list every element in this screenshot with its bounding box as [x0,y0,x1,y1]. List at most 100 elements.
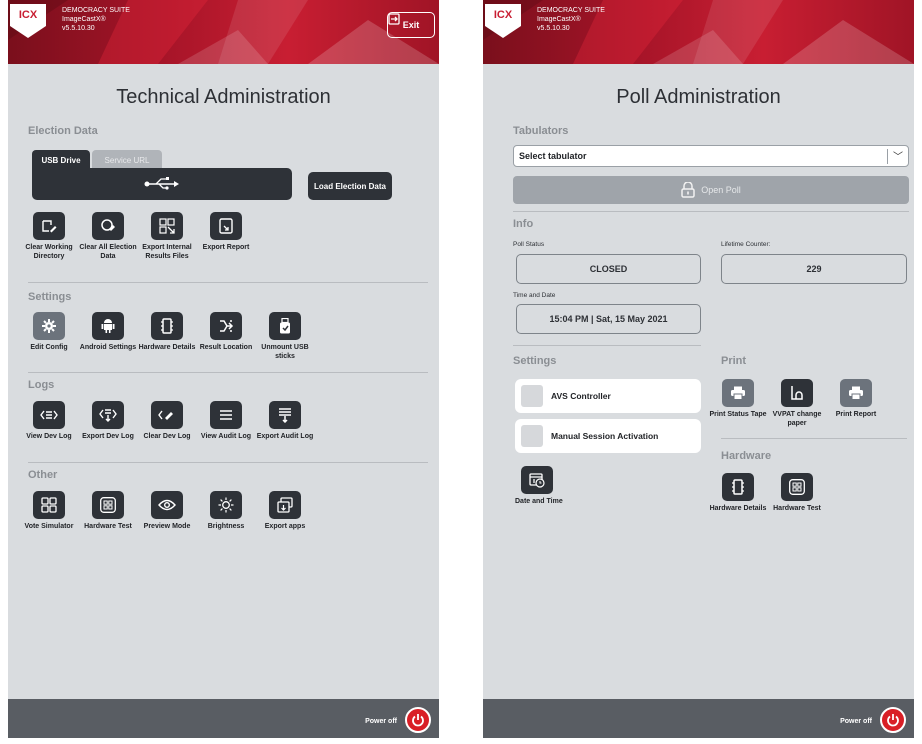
export-code-log-icon [92,401,124,429]
hardware-details-button[interactable]: Hardware Details [137,312,197,353]
export-report-button[interactable]: Export Report [196,212,256,253]
result-location-button[interactable]: Result Location [196,312,256,353]
time-date-value: 15:04 PM | Sat, 15 May 2021 [516,304,701,334]
export-dev-log-label: Export Dev Log [82,433,134,440]
hardware-grid-icon [781,473,813,501]
power-off-button[interactable] [405,707,431,733]
election-data-heading: Election Data [28,125,98,137]
select-separator [887,149,888,164]
android-settings-label: Android Settings [79,344,137,351]
load-election-data-button[interactable]: Load Election Data [308,172,392,200]
poll-status-label: Poll Status [513,241,545,248]
clear-folder-icon [33,212,65,240]
brightness-button[interactable]: Brightness [196,491,256,532]
avs-controller-checkbox[interactable] [521,385,543,407]
tab-service-url[interactable]: Service URL [92,150,162,170]
hardware-test-label: Hardware Test [773,505,821,512]
export-apps-icon [269,491,301,519]
result-location-label: Result Location [199,344,253,351]
vote-simulator-button[interactable]: Vote Simulator [19,491,79,532]
calendar-clock-icon [521,466,553,494]
export-report-label: Export Report [202,244,250,251]
vvpat-change-paper-button[interactable]: VVPAT change paper [767,379,827,428]
export-apps-button[interactable]: Export apps [255,491,315,532]
clear-dev-log-button[interactable]: Clear Dev Log [137,401,197,442]
preview-mode-label: Preview Mode [143,523,191,530]
export-audit-log-button[interactable]: Export Audit Log [255,401,315,442]
settings-heading: Settings [28,291,72,303]
svg-text:ICX: ICX [19,9,38,21]
export-apps-label: Export apps [264,523,306,530]
tabulator-select-value: Select tabulator [519,151,587,161]
print-report-label: Print Report [835,411,877,418]
export-internal-results-files-button[interactable]: Export Internal Results Files [137,212,197,261]
power-off-label: Power off [365,718,397,725]
product-name: ImageCastX® [62,16,106,23]
hardware-details-label: Hardware Details [709,505,767,512]
open-poll-button[interactable]: Open Poll [513,176,909,204]
print-report-button[interactable]: Print Report [826,379,886,420]
chip-icon [151,312,183,340]
view-audit-log-button[interactable]: View Audit Log [196,401,256,442]
erase-all-icon [92,212,124,240]
poll-status-value: CLOSED [516,254,701,284]
export-dev-log-button[interactable]: Export Dev Log [78,401,138,442]
tab-usb-drive[interactable]: USB Drive [32,150,90,170]
lifetime-counter-label: Lifetime Counter: [721,241,771,248]
version-label: v5.5.10.30 [537,25,570,32]
edit-config-button[interactable]: Edit Config [19,312,79,353]
android-settings-button[interactable]: Android Settings [78,312,138,353]
code-log-icon [33,401,65,429]
view-dev-log-button[interactable]: View Dev Log [19,401,79,442]
other-heading: Other [28,469,58,481]
gear-icon [33,312,65,340]
clear-working-directory-button[interactable]: Clear Working Directory [19,212,79,261]
section-divider [513,211,909,212]
svg-text:ICX: ICX [494,9,513,21]
hardware-details-button[interactable]: Hardware Details [708,473,768,514]
open-poll-label: Open Poll [701,185,741,195]
date-and-time-button[interactable]: Date and Time [507,466,567,507]
exit-button[interactable]: Exit [387,12,435,38]
date-and-time-label: Date and Time [515,498,563,505]
tabulator-select[interactable]: Select tabulator ﹀ [513,145,909,167]
hardware-test-button[interactable]: Hardware Test [78,491,138,532]
manual-session-checkbox[interactable] [521,425,543,447]
export-audit-log-label: Export Audit Log [256,433,314,440]
chip-icon [722,473,754,501]
lock-icon [681,182,695,198]
page-title: Technical Administration [116,86,331,108]
manual-session-activation-toggle[interactable]: Manual Session Activation [515,419,701,453]
header-banner: ICX DEMOCRACY SUITE ImageCastX® v5.5.10.… [8,0,439,64]
android-icon [92,312,124,340]
avs-controller-toggle[interactable]: AVS Controller [515,379,701,413]
technical-administration-screen: ICX DEMOCRACY SUITE ImageCastX® v5.5.10.… [8,0,439,738]
product-name: ImageCastX® [537,16,581,23]
list-icon [210,401,242,429]
lifetime-counter-value: 229 [721,254,907,284]
paper-roll-icon [781,379,813,407]
vote-simulator-label: Vote Simulator [24,523,74,530]
chevron-down-icon: ﹀ [893,152,903,163]
print-status-tape-button[interactable]: Print Status Tape [708,379,768,420]
printer-icon [722,379,754,407]
tabulators-heading: Tabulators [513,125,569,137]
icx-logo: ICX [485,4,521,38]
brightness-label: Brightness [207,523,245,530]
print-heading: Print [721,355,747,367]
hardware-test-button[interactable]: Hardware Test [767,473,827,514]
brand-text: DEMOCRACY SUITE ImageCastX® v5.5.10.30 [62,6,130,33]
clear-all-election-data-button[interactable]: Clear All Election Data [78,212,138,261]
vvpat-change-paper-label: VVPAT change paper [772,411,822,427]
preview-mode-button[interactable]: Preview Mode [137,491,197,532]
section-divider [28,282,428,283]
section-divider [28,462,428,463]
info-heading: Info [513,218,534,230]
power-off-button[interactable] [880,707,906,733]
settings-heading: Settings [513,355,557,367]
logs-heading: Logs [28,379,55,391]
view-dev-log-label: View Dev Log [26,433,72,440]
footer-bar: Power off [483,699,914,738]
unmount-usb-sticks-button[interactable]: Unmount USB sticks [255,312,315,361]
unmount-usb-sticks-label: Unmount USB sticks [261,344,309,360]
